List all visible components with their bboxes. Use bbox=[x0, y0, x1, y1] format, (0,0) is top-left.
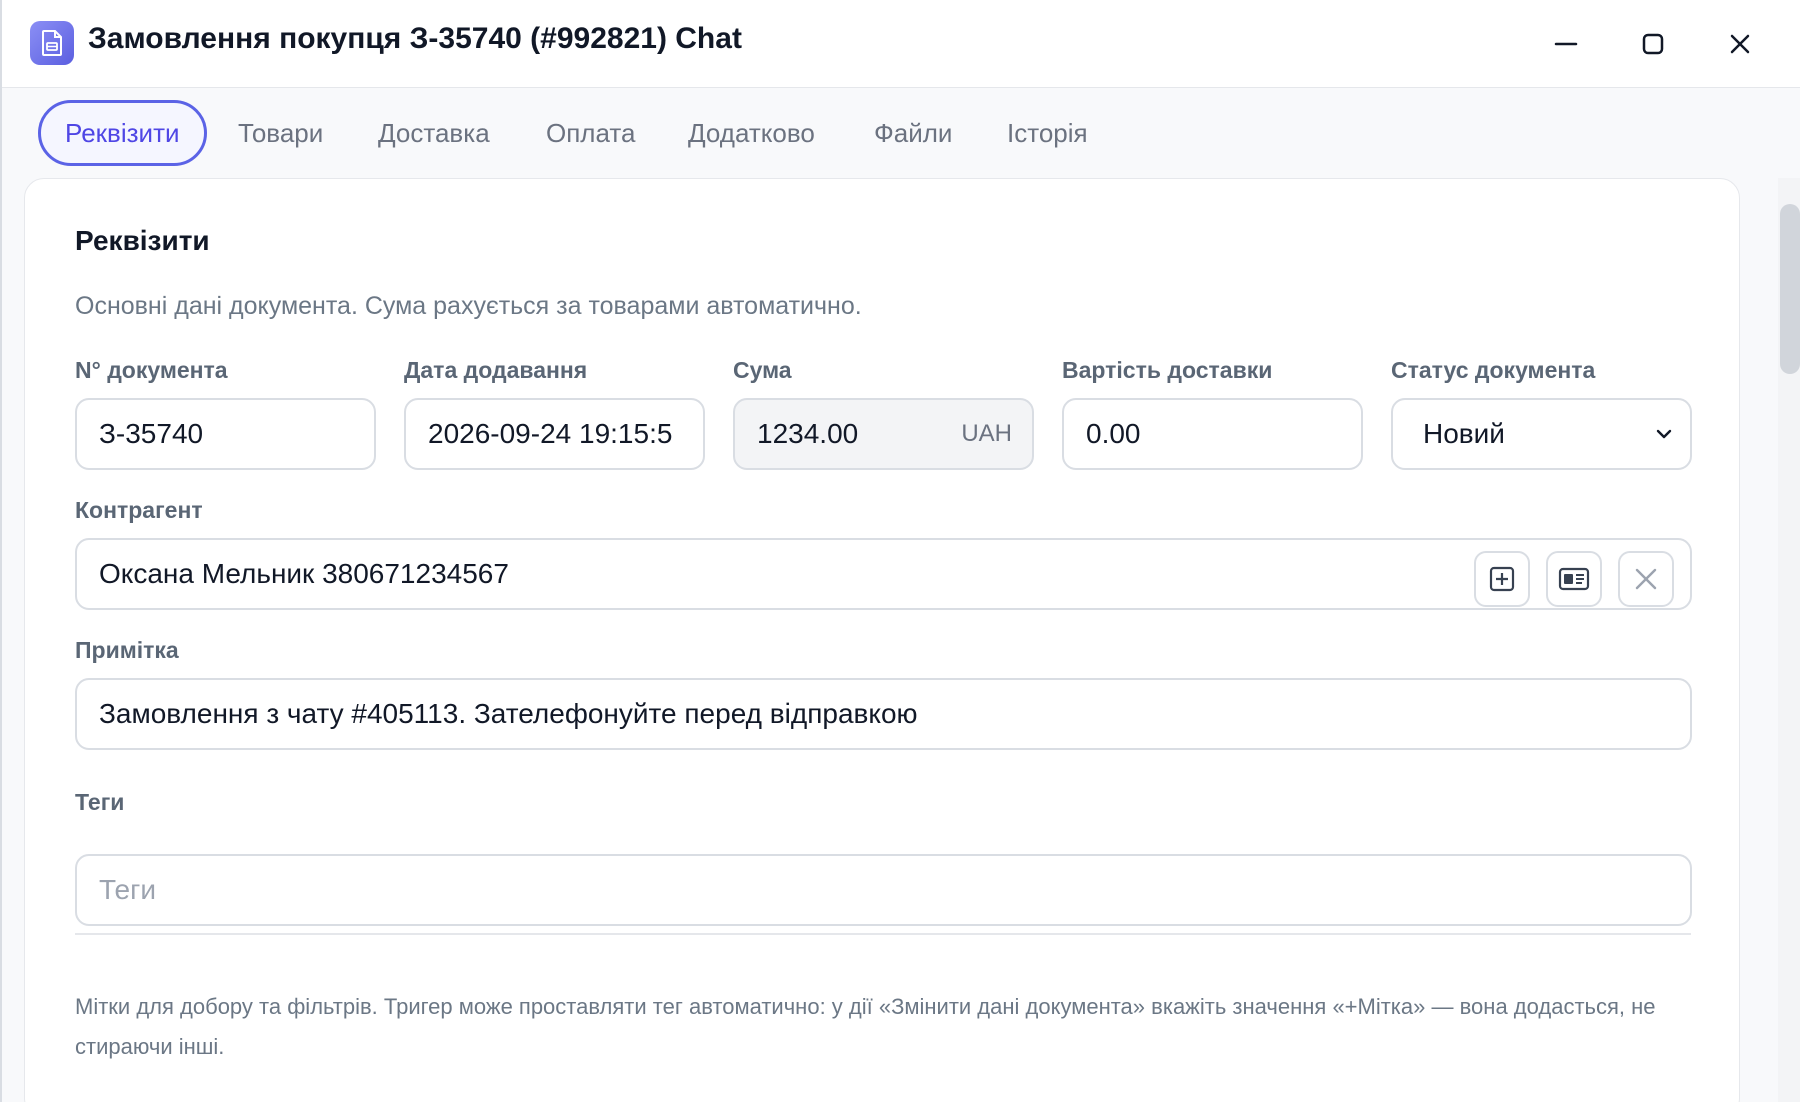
maximize-button[interactable] bbox=[1631, 22, 1675, 66]
plus-square-icon bbox=[1489, 566, 1515, 592]
counterparty-label: Контрагент bbox=[75, 497, 203, 523]
section-description: Основні дані документа. Сума рахується з… bbox=[75, 292, 862, 320]
note-label: Примітка bbox=[75, 637, 179, 663]
tab-history[interactable]: Історія bbox=[1007, 100, 1088, 166]
counterparty-card-button[interactable] bbox=[1546, 551, 1602, 607]
sum-input: 1234.00 UAH bbox=[733, 398, 1034, 470]
title-bar: Замовлення покупця З-35740 (#992821) Cha… bbox=[2, 0, 1800, 88]
requisites-panel: Реквізити Основні дані документа. Сума р… bbox=[24, 178, 1740, 1102]
delivery-cost-value: 0.00 bbox=[1086, 418, 1141, 449]
tab-requisites[interactable]: Реквізити bbox=[38, 100, 207, 166]
add-counterparty-button[interactable] bbox=[1474, 551, 1530, 607]
minimize-button[interactable] bbox=[1544, 22, 1588, 66]
status-select[interactable]: Новий bbox=[1391, 398, 1692, 470]
doc-number-input[interactable]: З-35740 bbox=[75, 398, 376, 470]
clear-counterparty-button[interactable] bbox=[1618, 551, 1674, 607]
tab-additional[interactable]: Додатково bbox=[688, 100, 815, 166]
note-input[interactable]: Замовлення з чату #405113. Зателефонуйте… bbox=[75, 678, 1692, 750]
note-value: Замовлення з чату #405113. Зателефонуйте… bbox=[99, 698, 918, 729]
tab-payment[interactable]: Оплата bbox=[546, 100, 635, 166]
close-icon bbox=[1635, 568, 1657, 590]
tab-goods[interactable]: Товари bbox=[238, 100, 323, 166]
tags-hint: Мітки для добору та фільтрів. Тригер мож… bbox=[75, 994, 1656, 1059]
date-added-input[interactable]: 2026-09-24 19:15:5 bbox=[404, 398, 705, 470]
window-title: Замовлення покупця З-35740 (#992821) Cha… bbox=[88, 22, 742, 55]
close-icon bbox=[1730, 34, 1750, 54]
close-button[interactable] bbox=[1718, 22, 1762, 66]
delivery-cost-input[interactable]: 0.00 bbox=[1062, 398, 1363, 470]
currency-suffix: UAH bbox=[961, 420, 1012, 447]
section-title: Реквізити bbox=[75, 225, 210, 256]
status-value: Новий bbox=[1423, 418, 1505, 449]
counterparty-value: Оксана Мельник 380671234567 bbox=[99, 558, 509, 589]
sum-label: Сума bbox=[733, 357, 792, 383]
sum-value: 1234.00 bbox=[757, 418, 859, 449]
chevron-down-icon bbox=[1656, 429, 1672, 439]
id-card-icon bbox=[1558, 567, 1590, 591]
date-added-value: 2026-09-24 19:15:5 bbox=[428, 418, 673, 449]
counterparty-field[interactable]: Оксана Мельник 380671234567 bbox=[75, 538, 1692, 610]
status-label: Статус документа bbox=[1391, 357, 1596, 383]
scrollbar-thumb[interactable] bbox=[1780, 204, 1800, 374]
minimize-icon bbox=[1554, 42, 1578, 46]
doc-number-label: N° документа bbox=[75, 357, 228, 383]
maximize-icon bbox=[1642, 33, 1664, 55]
tags-placeholder: Теги bbox=[99, 874, 156, 905]
tab-delivery[interactable]: Доставка bbox=[378, 100, 490, 166]
tab-bar: Реквізити Товари Доставка Оплата Додатко… bbox=[2, 88, 1782, 178]
document-window: Замовлення покупця З-35740 (#992821) Cha… bbox=[0, 0, 1800, 1102]
delivery-cost-label: Вартість доставки bbox=[1062, 357, 1273, 383]
tab-files[interactable]: Файли bbox=[874, 100, 952, 166]
tags-input[interactable]: Теги bbox=[75, 854, 1692, 926]
document-icon bbox=[30, 21, 74, 65]
date-added-label: Дата додавання bbox=[404, 357, 588, 383]
divider bbox=[75, 933, 1691, 935]
doc-number-value: З-35740 bbox=[99, 418, 204, 449]
tags-label: Теги bbox=[75, 789, 125, 815]
